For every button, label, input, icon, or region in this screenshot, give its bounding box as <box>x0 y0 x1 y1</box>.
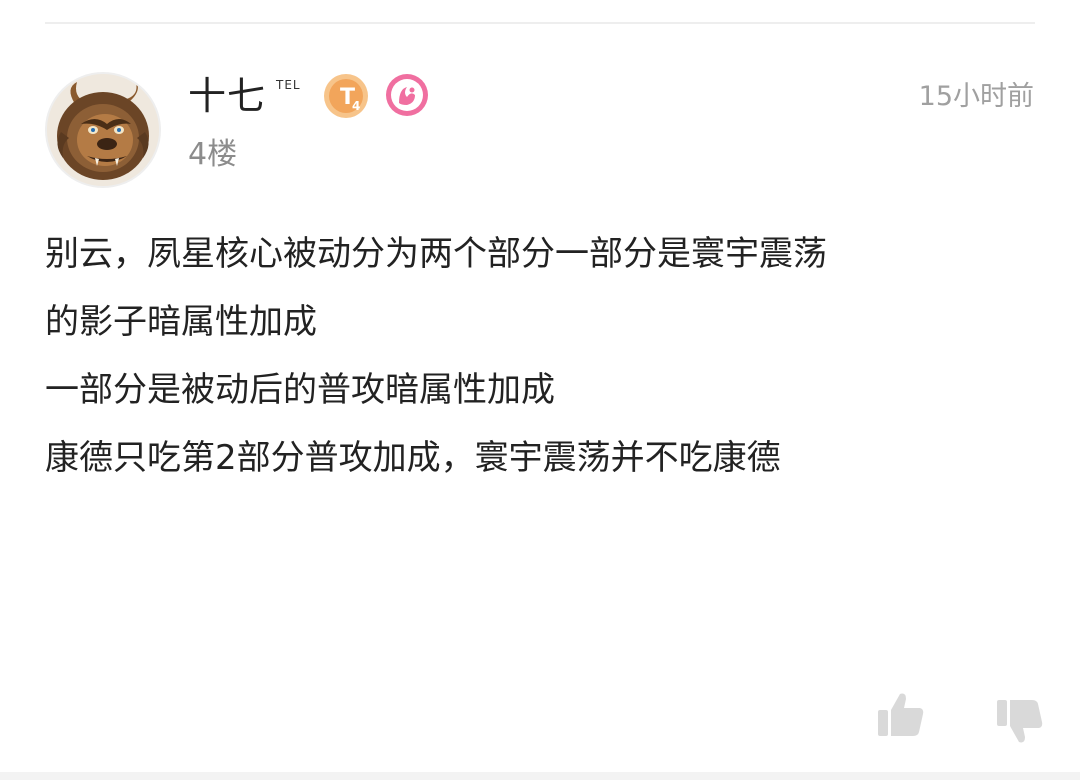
user-name[interactable]: 十七 <box>188 72 266 120</box>
pink-badge[interactable] <box>385 73 429 117</box>
floor-label: 4楼 <box>188 137 238 172</box>
comment-content: 别云，夙星核心被动分为两个部分一部分是寰宇震荡 的影子暗属性加成 一部分是被动后… <box>45 220 1035 492</box>
like-button[interactable] <box>876 690 926 740</box>
pink-badge-icon <box>386 74 428 116</box>
content-line: 一部分是被动后的普攻暗属性加成 <box>45 370 555 410</box>
user-tag: TEL <box>276 78 301 92</box>
post-time: 15小时前 <box>918 81 1034 112</box>
svg-text:4: 4 <box>352 99 360 113</box>
top-divider <box>45 22 1035 24</box>
beast-avatar-icon <box>47 74 159 186</box>
bottom-divider <box>0 772 1080 780</box>
content-line: 康德只吃第2部分普攻加成，寰宇震荡并不吃康德 <box>45 438 781 478</box>
content-line: 的影子暗属性加成 <box>45 302 317 342</box>
thumbs-up-icon <box>878 693 924 736</box>
level-badge-icon: T 4 <box>324 74 368 118</box>
user-avatar[interactable] <box>45 72 161 188</box>
dislike-button[interactable] <box>995 696 1045 746</box>
level-badge[interactable]: T 4 <box>323 73 369 119</box>
thumbs-down-icon <box>997 700 1043 743</box>
content-line: 别云，夙星核心被动分为两个部分一部分是寰宇震荡 <box>45 234 827 274</box>
